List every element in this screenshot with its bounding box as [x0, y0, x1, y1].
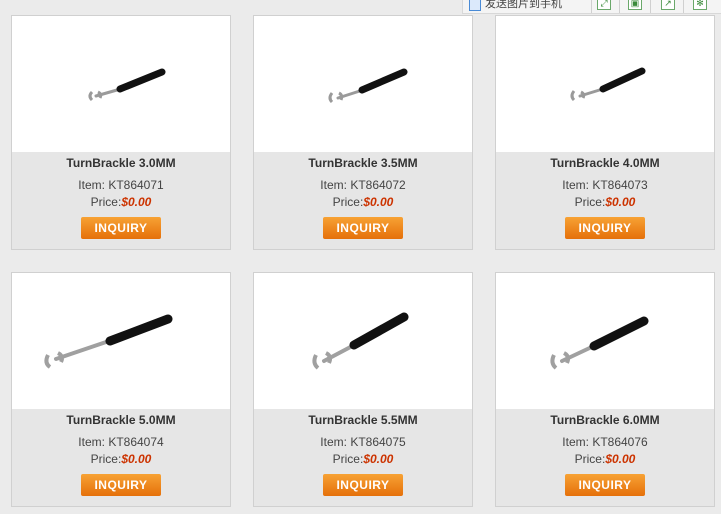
product-price: Price:$0.00 — [574, 195, 636, 209]
product-name[interactable]: TurnBrackle 3.5MM — [254, 156, 472, 170]
share-icon[interactable]: ↗ — [661, 0, 675, 10]
product-name[interactable]: TurnBrackle 5.5MM — [254, 413, 472, 427]
turnbrackle-tool-image — [550, 316, 649, 370]
divider — [650, 0, 651, 13]
inquiry-button[interactable]: INQUIRY — [565, 474, 645, 496]
divider — [619, 0, 620, 13]
product-card: TurnBrackle 6.0MM Item: KT864076 Price:$… — [495, 272, 715, 507]
product-image[interactable] — [496, 16, 714, 152]
product-card: TurnBrackle 5.0MM Item: KT864074 Price:$… — [11, 272, 231, 507]
product-image[interactable] — [12, 16, 230, 152]
save-icon[interactable]: ▣ — [628, 0, 642, 10]
product-grid: TurnBrackle 3.0MM Item: KT864071 Price:$… — [0, 0, 721, 514]
inquiry-button[interactable]: INQUIRY — [323, 217, 403, 239]
product-name[interactable]: TurnBrackle 5.0MM — [12, 413, 230, 427]
turnbrackle-tool-image — [88, 68, 166, 102]
product-name[interactable]: TurnBrackle 6.0MM — [496, 413, 714, 427]
product-item-code: Item: KT864072 — [320, 178, 406, 192]
product-item-code: Item: KT864073 — [562, 178, 648, 192]
phone-icon — [469, 0, 481, 12]
turnbrackle-tool-image — [570, 67, 646, 102]
product-card: TurnBrackle 4.0MM Item: KT864073 Price:$… — [495, 15, 715, 250]
product-item-code: Item: KT864076 — [562, 435, 648, 449]
inquiry-button[interactable]: INQUIRY — [323, 474, 403, 496]
product-card: TurnBrackle 3.5MM Item: KT864072 Price:$… — [253, 15, 473, 250]
product-price: Price:$0.00 — [332, 195, 394, 209]
product-item-code: Item: KT864071 — [78, 178, 164, 192]
product-name[interactable]: TurnBrackle 4.0MM — [496, 156, 714, 170]
product-price: Price:$0.00 — [332, 452, 394, 466]
turnbrackle-tool-image — [328, 68, 408, 104]
product-card: TurnBrackle 3.0MM Item: KT864071 Price:$… — [11, 15, 231, 250]
product-price: Price:$0.00 — [90, 452, 152, 466]
expand-icon[interactable]: ⤢ — [597, 0, 611, 10]
product-card: TurnBrackle 5.5MM Item: KT864075 Price:$… — [253, 272, 473, 507]
image-toolbar: 发送图片到手机 ⤢ ▣ ↗ ✻ — [462, 0, 721, 14]
inquiry-button[interactable]: INQUIRY — [81, 474, 161, 496]
divider — [683, 0, 684, 13]
inquiry-button[interactable]: INQUIRY — [565, 217, 645, 239]
send-to-phone-button[interactable]: 发送图片到手机 — [469, 0, 562, 12]
send-to-phone-label: 发送图片到手机 — [485, 0, 562, 10]
product-image[interactable] — [254, 16, 472, 152]
product-item-code: Item: KT864075 — [320, 435, 406, 449]
turnbrackle-tool-image — [312, 312, 409, 370]
product-price: Price:$0.00 — [90, 195, 152, 209]
inquiry-button[interactable]: INQUIRY — [81, 217, 161, 239]
product-image[interactable] — [496, 273, 714, 409]
divider — [591, 0, 592, 13]
settings-icon[interactable]: ✻ — [693, 0, 707, 10]
product-item-code: Item: KT864074 — [78, 435, 164, 449]
product-price: Price:$0.00 — [574, 452, 636, 466]
turnbrackle-tool-image — [44, 314, 173, 369]
product-image[interactable] — [254, 273, 472, 409]
product-name[interactable]: TurnBrackle 3.0MM — [12, 156, 230, 170]
product-image[interactable] — [12, 273, 230, 409]
